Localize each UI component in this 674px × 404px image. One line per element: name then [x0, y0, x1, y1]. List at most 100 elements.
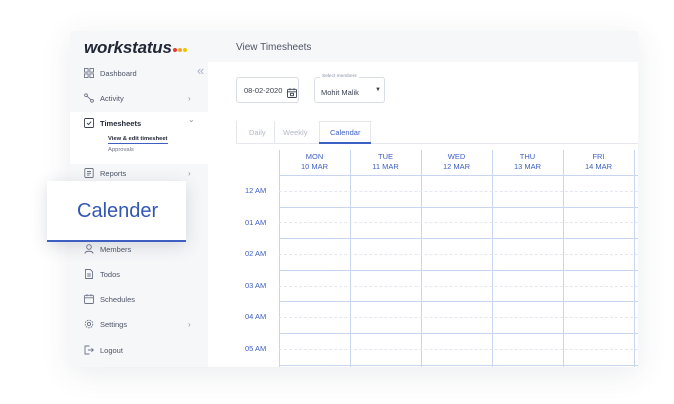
calendar-cell[interactable] — [563, 238, 634, 270]
calendar-cell[interactable] — [279, 207, 350, 239]
callout-underline — [47, 240, 186, 242]
calendar-cell[interactable] — [350, 333, 421, 365]
calendar-cell[interactable] — [421, 301, 492, 333]
calendar-cell[interactable] — [350, 175, 421, 207]
report-icon — [83, 168, 94, 179]
day-date: 13 MAR — [513, 162, 542, 171]
sidebar-item-label: Reports — [100, 168, 127, 178]
timesheet-icon — [83, 118, 94, 129]
main-content: View Timesheets 08-02-2020 Select member… — [208, 31, 638, 367]
chevron-down-icon: ⌄ — [188, 115, 195, 124]
calendar-cell[interactable] — [492, 207, 563, 239]
calendar-cell[interactable] — [492, 270, 563, 302]
callout-text: Calender — [77, 200, 159, 222]
tab-daily[interactable]: Daily — [236, 121, 274, 143]
day-date: 14 MAR — [584, 162, 613, 171]
calendar-cell[interactable] — [279, 333, 350, 365]
sidebar-item-activity[interactable]: Activity › — [70, 87, 208, 109]
calendar-grid: MON 10 MAR TUE 11 MAR WED 12 MAR THU 13 MAR FRI 1… — [236, 150, 638, 367]
calendar-cell[interactable] — [279, 238, 350, 270]
grid-hour-line — [279, 364, 638, 366]
sidebar-item-label: Schedules — [100, 294, 136, 304]
sidebar-item-schedules[interactable]: Schedules — [70, 288, 208, 310]
sidebar-item-label: Timesheets — [100, 118, 142, 128]
day-name: FRI — [592, 152, 605, 161]
calendar-cell[interactable] — [492, 238, 563, 270]
tab-calendar[interactable]: Calendar — [319, 121, 371, 143]
sidebar-item-timesheets[interactable]: Timesheets ⌄ — [70, 112, 208, 134]
sidebar-item-label: Activity — [100, 93, 124, 103]
hour-label: 05 AM — [245, 344, 267, 353]
day-header-tue: TUE 11 MAR — [350, 150, 421, 175]
feature-callout: Calender — [47, 181, 186, 242]
hour-label: 03 AM — [245, 280, 267, 290]
active-tab-indicator — [319, 142, 371, 144]
caret-down-icon: ▼ — [375, 87, 381, 93]
hour-label: 02 AM — [245, 249, 267, 259]
chevron-right-icon: › — [188, 93, 191, 103]
calendar-cell[interactable] — [279, 175, 350, 207]
sidebar-item-label: Todos — [100, 269, 121, 279]
tab-weekly[interactable]: Weekly — [274, 121, 319, 143]
page-title: View Timesheets — [236, 42, 312, 53]
page-header: View Timesheets — [208, 31, 638, 62]
calendar-cell[interactable] — [492, 333, 563, 365]
sidebar-item-label: Logout — [100, 345, 123, 355]
chevron-right-icon: › — [188, 168, 191, 178]
day-header-fri: FRI 14 MAR — [563, 150, 634, 175]
member-select-legend: Select members — [320, 74, 359, 79]
activity-icon — [83, 93, 94, 104]
calendar-cell[interactable] — [563, 301, 634, 333]
hour-label: 04 AM — [245, 312, 267, 322]
member-select[interactable]: Select members Mohit Malik ▼ — [314, 74, 385, 103]
tabs-divider — [236, 143, 638, 144]
brand-logo[interactable]: workstatus — [84, 38, 187, 58]
calendar-cell[interactable] — [421, 175, 492, 207]
day-header-wed: WED 12 MAR — [421, 150, 492, 175]
day-name: TUE — [378, 152, 393, 161]
view-tabs: Daily Weekly Calendar — [236, 121, 371, 143]
logout-icon — [83, 345, 94, 356]
day-header-mon: MON 10 MAR — [279, 150, 350, 175]
date-picker[interactable]: 08-02-2020 — [236, 77, 299, 103]
day-name: MON — [305, 152, 324, 161]
day-date: 12 MAR — [442, 162, 471, 171]
calendar-cell[interactable] — [279, 301, 350, 333]
calendar-cell[interactable] — [279, 270, 350, 302]
calendar-cell[interactable] — [421, 207, 492, 239]
sidebar-item-settings[interactable]: Settings › — [70, 313, 208, 335]
sidebar-item-label: Members — [100, 244, 132, 254]
date-value: 08-02-2020 — [244, 86, 283, 95]
calendar-cell[interactable] — [563, 270, 634, 302]
dashboard-grid-icon — [83, 68, 94, 79]
member-select-value: Mohit Malik — [321, 88, 359, 97]
calendar-cell[interactable] — [350, 238, 421, 270]
document-icon — [83, 269, 94, 280]
calendar-cell[interactable] — [350, 301, 421, 333]
sidebar-item-todos[interactable]: Todos — [70, 263, 208, 285]
gear-icon — [83, 319, 94, 330]
brand-dots — [172, 38, 187, 57]
sidebar-item-logout[interactable]: Logout — [70, 339, 208, 361]
calendar-cell[interactable] — [563, 333, 634, 365]
calendar-cell[interactable] — [421, 238, 492, 270]
calendar-cell[interactable] — [350, 207, 421, 239]
sidebar-item-dashboard[interactable]: Dashboard — [70, 62, 208, 84]
grid-column-line — [634, 150, 635, 367]
sidebar-item-label: Settings — [100, 319, 128, 329]
calendar-cell[interactable] — [350, 270, 421, 302]
hour-label: 12 AM — [245, 186, 267, 195]
calendar-cell[interactable] — [421, 270, 492, 302]
brand-name: workstatus — [84, 38, 172, 57]
calendar-icon[interactable] — [287, 85, 297, 103]
calendar-cell[interactable] — [492, 175, 563, 207]
submenu-view-edit-timesheet[interactable]: View & edit timesheet — [108, 136, 168, 144]
calendar-cell[interactable] — [421, 333, 492, 365]
hour-label: 01 AM — [245, 217, 267, 227]
calendar-cell[interactable] — [563, 175, 634, 207]
calendar-cell[interactable] — [563, 207, 634, 239]
submenu-approvals[interactable]: Approvals — [108, 147, 134, 153]
calendar-cell[interactable] — [492, 301, 563, 333]
calendar-icon — [83, 294, 94, 305]
day-date: 11 MAR — [372, 162, 399, 171]
